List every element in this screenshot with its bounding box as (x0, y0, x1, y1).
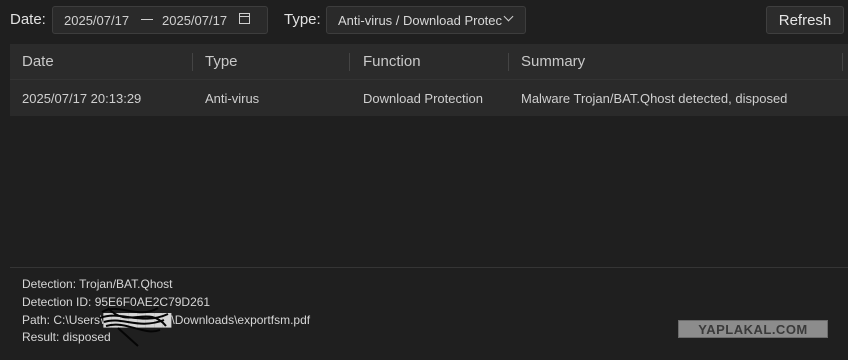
refresh-button[interactable]: Refresh (766, 6, 844, 34)
column-header-function[interactable]: Function (363, 53, 421, 70)
cell-type: Anti-virus (205, 91, 260, 106)
column-divider[interactable] (349, 53, 350, 71)
column-header-date[interactable]: Date (22, 53, 54, 70)
type-select-value: Anti-virus / Download Protection (338, 13, 502, 28)
type-select[interactable]: Anti-virus / Download Protection (326, 6, 526, 34)
redaction-scribble (99, 307, 169, 347)
column-header-summary[interactable]: Summary (521, 53, 585, 70)
calendar-icon[interactable] (239, 13, 250, 24)
cell-date: 2025/07/17 20:13:29 (22, 91, 142, 106)
table-header: Date Type Function Summary (10, 44, 848, 80)
date-from[interactable]: 2025/07/17 (64, 13, 129, 28)
column-divider[interactable] (192, 53, 193, 71)
table-row[interactable]: 2025/07/17 20:13:29 Anti-virus Download … (10, 80, 848, 116)
type-label: Type: (284, 11, 321, 28)
date-to[interactable]: 2025/07/17 (162, 13, 227, 28)
cell-summary: Malware Trojan/BAT.Qhost detected, dispo… (521, 91, 788, 106)
chevron-down-icon (503, 11, 514, 22)
watermark-logo: YAPLAKAL.COM (678, 320, 828, 338)
events-table: Date Type Function Summary 2025/07/17 20… (10, 44, 848, 116)
column-divider[interactable] (842, 53, 843, 71)
date-label: Date: (10, 11, 46, 28)
column-header-type[interactable]: Type (205, 53, 238, 70)
date-range-picker[interactable]: 2025/07/17 2025/07/17 (52, 6, 268, 34)
filter-toolbar: Date: 2025/07/17 2025/07/17 Type: Anti-v… (0, 0, 848, 44)
cell-function: Download Protection (363, 91, 483, 106)
detail-detection: Detection: Trojan/BAT.Qhost (22, 277, 173, 291)
date-separator (141, 19, 153, 20)
column-divider[interactable] (508, 53, 509, 71)
